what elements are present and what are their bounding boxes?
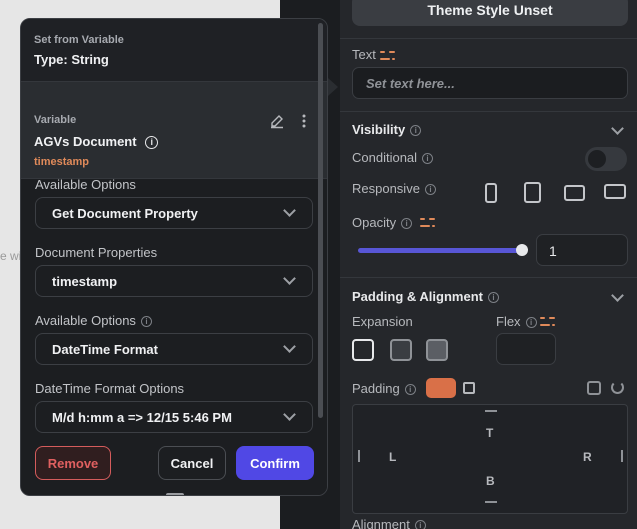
chevron-down-icon: [283, 204, 296, 217]
set-from-variable-dialog: Set from Variable Type: String Variable …: [20, 18, 328, 496]
variable-small-label: Variable: [34, 114, 77, 126]
variable-field-name: timestamp: [34, 156, 90, 168]
info-icon: i: [140, 316, 152, 327]
tablet-landscape-icon[interactable]: [564, 185, 585, 201]
available-options-label-2: Available Options i: [35, 313, 152, 328]
remove-button[interactable]: Remove: [35, 446, 111, 480]
reset-icon[interactable]: [611, 381, 624, 394]
edit-icon[interactable]: [269, 113, 285, 129]
info-icon: i: [525, 317, 537, 328]
info-icon: i: [404, 384, 416, 395]
chevron-down-icon: [283, 408, 296, 421]
flex-label: Flex i: [496, 314, 537, 329]
text-label: Text: [352, 47, 376, 62]
dialog-header: Set from Variable Type: String: [21, 19, 327, 81]
opacity-slider-handle[interactable]: [516, 244, 528, 256]
variable-icon[interactable]: [380, 51, 396, 61]
expansion-flexible-button[interactable]: [390, 339, 412, 361]
datetime-format-options-select[interactable]: M/d h:mm a => 12/15 5:46 PM: [35, 401, 313, 433]
expansion-shrink-button[interactable]: [352, 339, 374, 361]
variable-icon[interactable]: [540, 317, 556, 327]
chevron-down-icon: [283, 272, 296, 285]
datetime-format-options-label: DateTime Format Options: [35, 381, 185, 396]
padding-editor[interactable]: T L R B: [352, 404, 628, 514]
padding-bottom-label[interactable]: B: [486, 474, 495, 488]
dialog-scrollbar[interactable]: [318, 23, 323, 418]
properties-panel: Theme Style Unset Text Set text here... …: [340, 0, 637, 529]
phone-icon[interactable]: [485, 183, 497, 203]
divider: [340, 111, 637, 112]
copy-icon[interactable]: [587, 381, 601, 395]
expansion-label: Expansion: [352, 314, 413, 329]
resize-handle-bottom[interactable]: [166, 493, 184, 495]
chevron-down-icon[interactable]: [611, 122, 624, 135]
document-properties-label: Document Properties: [35, 245, 158, 260]
padding-alignment-section-title[interactable]: Padding & Alignment i: [352, 289, 499, 304]
variable-icon[interactable]: [420, 218, 436, 228]
canvas-text-fragment: e wi: [0, 249, 22, 263]
conditional-label: Conditional i: [352, 150, 434, 165]
document-properties-select[interactable]: timestamp: [35, 265, 313, 297]
variable-card[interactable]: Variable AGVs Document i timestamp: [21, 81, 327, 179]
more-vertical-icon[interactable]: [301, 113, 307, 129]
flex-input[interactable]: [496, 333, 556, 365]
info-icon: i: [422, 153, 434, 164]
desktop-icon[interactable]: [604, 184, 626, 199]
text-input[interactable]: Set text here...: [352, 67, 628, 99]
dialog-subtitle: Set from Variable: [34, 34, 124, 46]
padding-uniform-button[interactable]: [426, 378, 456, 398]
visibility-section-title[interactable]: Visibility i: [352, 122, 422, 137]
tablet-icon[interactable]: [524, 182, 541, 203]
cancel-button[interactable]: Cancel: [158, 446, 226, 480]
conditional-toggle[interactable]: [585, 147, 627, 171]
dialog-type-title: Type: String: [34, 52, 109, 67]
divider: [340, 38, 637, 39]
padding-individual-button[interactable]: [463, 382, 475, 394]
info-icon: i: [414, 520, 426, 529]
padding-right-label[interactable]: R: [583, 450, 592, 464]
opacity-input[interactable]: 1: [536, 234, 628, 266]
available-options-label: Available Options: [35, 177, 136, 192]
info-icon: i: [410, 125, 422, 136]
variable-name: AGVs Document i: [34, 134, 159, 149]
info-icon[interactable]: i: [145, 136, 159, 149]
datetime-format-select[interactable]: DateTime Format: [35, 333, 313, 365]
info-icon: i: [487, 292, 499, 303]
popover-arrow: [328, 78, 338, 96]
theme-style-button[interactable]: Theme Style Unset: [352, 0, 628, 26]
expansion-expand-button[interactable]: [426, 339, 448, 361]
divider: [340, 277, 637, 278]
alignment-label: Alignment i: [352, 517, 426, 529]
available-options-select[interactable]: Get Document Property: [35, 197, 313, 229]
info-icon: i: [401, 218, 413, 229]
chevron-down-icon: [283, 340, 296, 353]
opacity-label: Opacity i: [352, 215, 413, 230]
chevron-down-icon[interactable]: [611, 289, 624, 302]
opacity-slider-track[interactable]: [358, 248, 522, 253]
responsive-label: Responsive i: [352, 181, 436, 196]
padding-label: Padding i: [352, 381, 416, 396]
confirm-button[interactable]: Confirm: [236, 446, 314, 480]
padding-left-label[interactable]: L: [389, 450, 396, 464]
padding-top-label[interactable]: T: [486, 426, 493, 440]
info-icon: i: [424, 184, 436, 195]
